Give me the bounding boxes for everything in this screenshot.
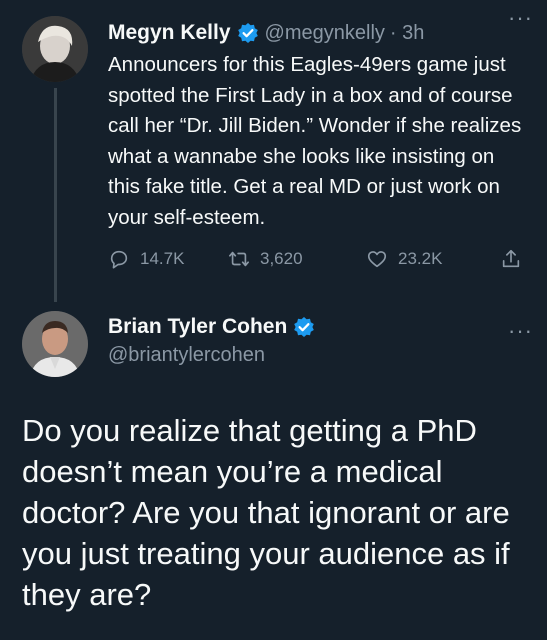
author-handle[interactable]: @megynkelly [265, 22, 385, 45]
verified-badge-icon [293, 316, 315, 338]
tweet-actions: 14.7K 3,620 23.2K [108, 248, 528, 274]
heart-icon [367, 251, 387, 268]
share-button[interactable] [500, 248, 532, 270]
retweet-count: 3,620 [260, 249, 303, 268]
author-name[interactable]: Brian Tyler Cohen [108, 315, 287, 339]
tweet1-header: Megyn Kelly @megynkelly · 3h [108, 18, 531, 48]
retweet-icon [229, 251, 249, 267]
author-handle[interactable]: @briantylercohen [108, 344, 531, 367]
avatar-brian-tyler-cohen[interactable] [22, 311, 88, 377]
like-count: 23.2K [398, 249, 443, 268]
retweet-button[interactable]: 3,620 [228, 248, 303, 270]
more-dots-icon[interactable]: ··· [508, 318, 533, 344]
reply-button[interactable]: 14.7K [108, 248, 184, 270]
reply-count: 14.7K [140, 249, 185, 268]
tweet-time[interactable]: · 3h [390, 22, 424, 45]
verified-badge-icon [237, 22, 259, 44]
tweet-text: Announcers for this Eagles-49ers game ju… [108, 53, 522, 229]
like-button[interactable]: 23.2K [366, 248, 442, 270]
share-icon [502, 249, 520, 268]
avatar-megyn-kelly[interactable] [22, 16, 88, 82]
author-name[interactable]: Megyn Kelly [108, 21, 231, 45]
reply-tweet-text: Do you realize that getting a PhD doesn’… [22, 413, 510, 612]
thread-line [54, 88, 57, 302]
tweet2-header: Brian Tyler Cohen @briantylercohen [108, 312, 531, 367]
tweet-original[interactable]: Megyn Kelly @megynkelly · 3h ··· Announc… [0, 0, 547, 302]
more-dots-icon[interactable]: ··· [508, 7, 533, 29]
reply-icon [110, 250, 128, 269]
